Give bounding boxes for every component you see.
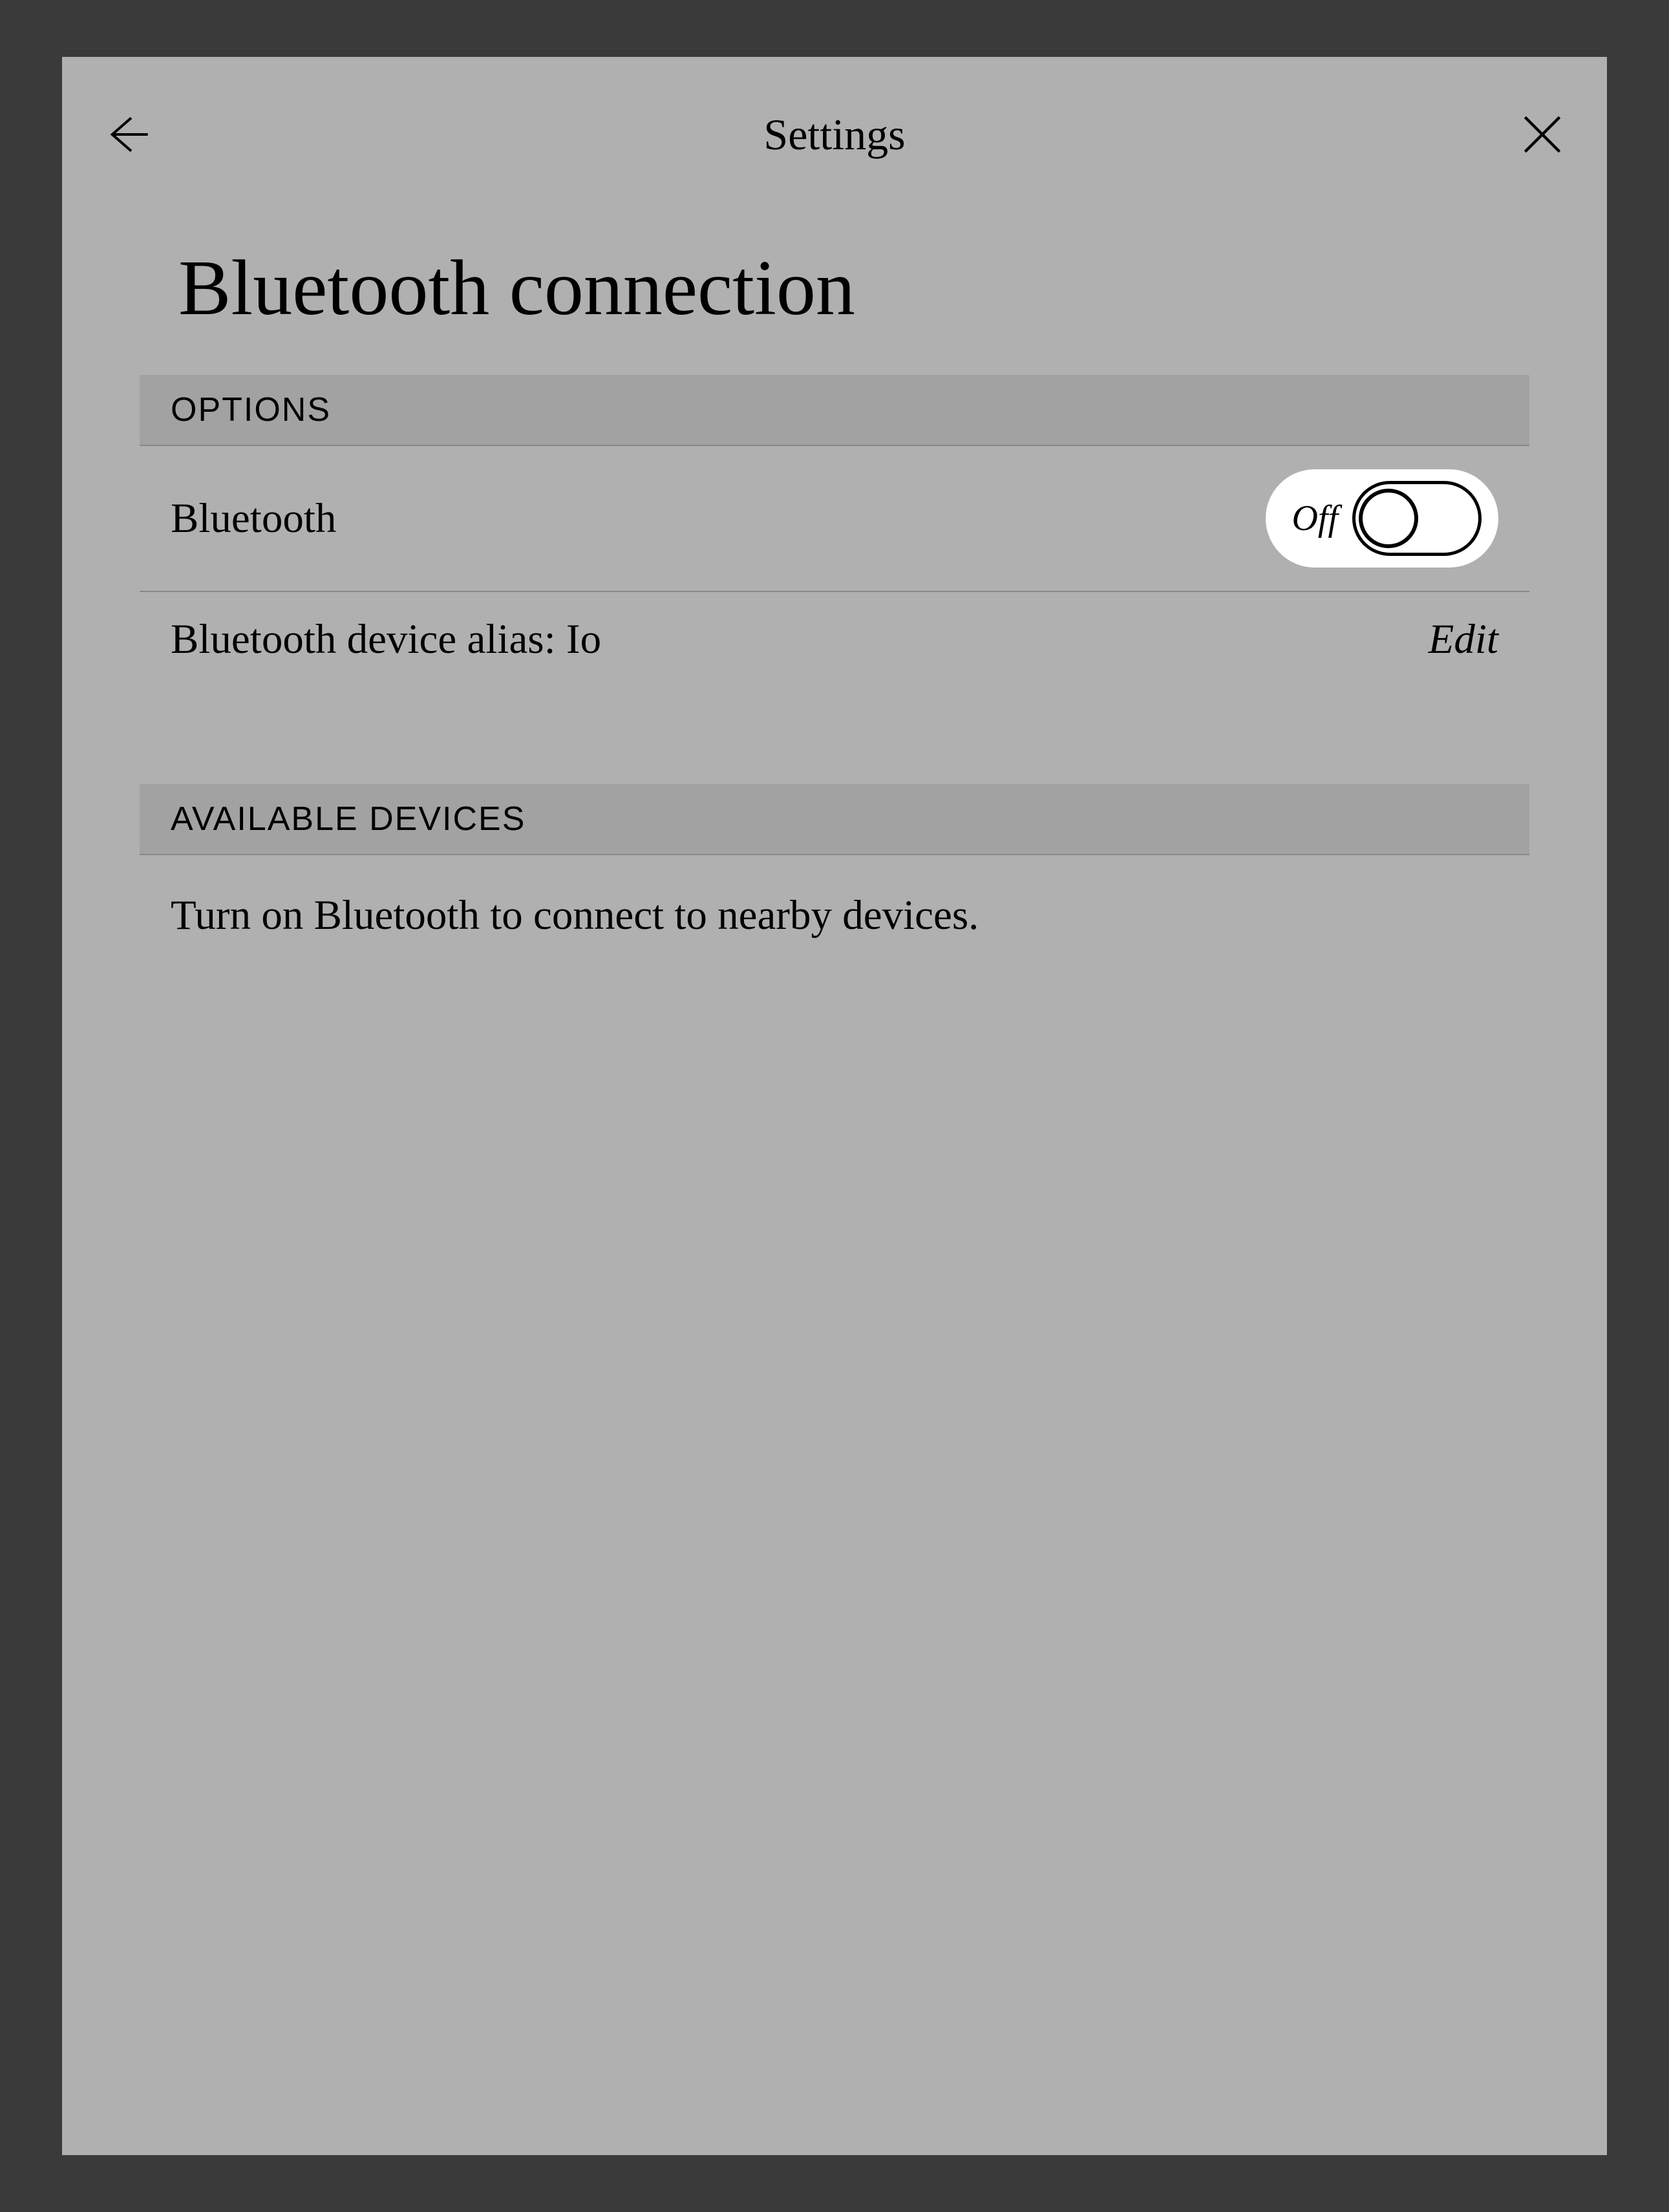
alias-value: Io: [566, 616, 601, 663]
alias-text: Bluetooth device alias: Io: [171, 615, 601, 664]
bluetooth-row: Bluetooth Off: [140, 446, 1529, 592]
header-title: Settings: [763, 109, 905, 160]
toggle-track: [1352, 481, 1482, 556]
header-bar: Settings: [62, 57, 1607, 212]
bluetooth-toggle[interactable]: Off: [1266, 469, 1498, 568]
arrow-left-icon: [96, 106, 153, 163]
alias-prefix: Bluetooth device alias:: [171, 616, 566, 663]
settings-screen: Settings Bluetooth connection OPTIONS Bl…: [62, 57, 1607, 2155]
close-icon: [1516, 109, 1568, 160]
toggle-state-label: Off: [1282, 498, 1342, 539]
devices-status-text: Turn on Bluetooth to connect to nearby d…: [140, 855, 1529, 976]
edit-alias-button[interactable]: Edit: [1429, 615, 1498, 664]
back-button[interactable]: [93, 103, 155, 165]
devices-section-header: AVAILABLE DEVICES: [140, 784, 1529, 855]
toggle-knob: [1359, 489, 1418, 548]
close-button[interactable]: [1511, 103, 1573, 165]
page-title: Bluetooth connection: [62, 212, 1607, 375]
alias-row: Bluetooth device alias: Io Edit: [140, 592, 1529, 687]
bluetooth-label: Bluetooth: [171, 495, 336, 543]
options-section-header: OPTIONS: [140, 375, 1529, 446]
section-spacer: [140, 687, 1529, 784]
content-area: OPTIONS Bluetooth Off Bluetooth device a…: [62, 375, 1607, 976]
